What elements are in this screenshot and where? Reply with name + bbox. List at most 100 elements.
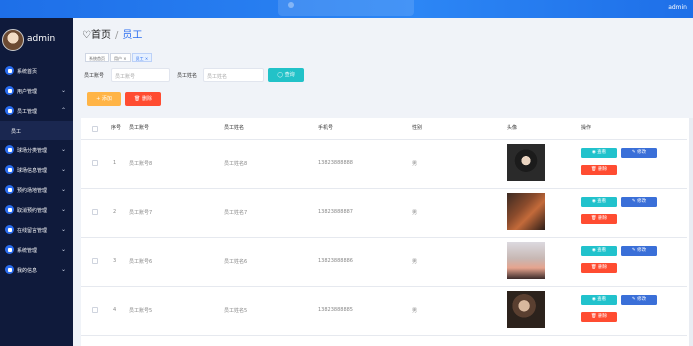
- chevron-down-icon: ⌄: [60, 206, 66, 213]
- top-user-name[interactable]: admin: [668, 4, 687, 11]
- add-button[interactable]: + 添加: [87, 92, 121, 106]
- cell-phone: 13823888885: [318, 307, 353, 313]
- search-icon: [288, 2, 294, 8]
- row-divider: [81, 188, 687, 189]
- home-icon: [5, 66, 14, 75]
- view-button[interactable]: ◉ 查看: [581, 246, 617, 256]
- cell-index: 1: [113, 160, 117, 166]
- col-header-phone: 手机号: [318, 125, 334, 131]
- sidebar-item[interactable]: 系统管理 ⌄: [0, 240, 73, 260]
- sidebar-item-label: 员工管理: [17, 109, 38, 115]
- grid-icon: [5, 165, 14, 174]
- sidebar-item[interactable]: 取消预约管理 ⌄: [0, 200, 73, 220]
- cell-name: 员工姓名8: [224, 161, 248, 167]
- breadcrumb-home[interactable]: ♡首页: [82, 30, 111, 41]
- cell-name: 员工姓名6: [224, 259, 248, 265]
- avatar-image: [507, 242, 545, 279]
- delete-button[interactable]: 🗑 删除: [125, 92, 161, 106]
- row-checkbox[interactable]: [92, 258, 98, 264]
- edit-button[interactable]: ✎ 修改: [621, 197, 657, 207]
- cell-account: 员工账号5: [129, 308, 153, 314]
- grid-icon: [5, 225, 14, 234]
- account-label: 员工账号: [84, 73, 105, 79]
- cell-index: 3: [113, 258, 117, 264]
- chevron-down-icon: ⌄: [60, 246, 66, 253]
- sidebar-menu: 系统首页 用户管理 ⌄ 员工管理 ⌃ 员工 球场分类管理 ⌄ 球场信息管理 ⌄ 预约场地管理 ⌄ 取消预…: [0, 61, 73, 280]
- sidebar-item[interactable]: 系统首页: [0, 61, 73, 81]
- breadcrumb: ♡首页 / 员工: [82, 26, 142, 41]
- sidebar-item[interactable]: 球场信息管理 ⌄: [0, 160, 73, 180]
- cell-index: 2: [113, 209, 117, 215]
- sidebar-item[interactable]: 我的信息 ⌄: [0, 260, 73, 280]
- select-all-checkbox[interactable]: [92, 126, 98, 132]
- chevron-down-icon: ⌄: [60, 166, 66, 173]
- sidebar-item-label: 系统管理: [17, 248, 38, 254]
- col-header-name: 员工姓名: [224, 125, 245, 131]
- cell-gender: 男: [412, 210, 418, 216]
- row-checkbox[interactable]: [92, 160, 98, 166]
- chevron-up-icon: ⌃: [60, 107, 66, 114]
- sidebar-item[interactable]: 员工管理 ⌃: [0, 101, 73, 121]
- sidebar-item-label: 我的信息: [17, 268, 38, 274]
- breadcrumb-current: 员工: [122, 30, 143, 41]
- row-checkbox[interactable]: [92, 209, 98, 215]
- tag-staff[interactable]: 员工 ×: [131, 53, 153, 62]
- chevron-down-icon: ⌄: [60, 266, 66, 273]
- sidebar: admin 系统首页 用户管理 ⌄ 员工管理 ⌃ 员工 球场分类管理 ⌄ 球场信息管理 ⌄ 预约场地…: [0, 18, 73, 346]
- row-checkbox[interactable]: [92, 307, 98, 313]
- sidebar-item[interactable]: 在线留言管理 ⌄: [0, 220, 73, 240]
- sidebar-item[interactable]: 球场分类管理 ⌄: [0, 140, 73, 160]
- col-header-gender: 性别: [412, 125, 423, 131]
- cell-phone: 13823888888: [318, 160, 353, 166]
- cell-gender: 男: [412, 259, 418, 265]
- edit-button[interactable]: ✎ 修改: [621, 148, 657, 158]
- sidebar-item-label: 球场分类管理: [17, 148, 48, 154]
- grid-icon: [5, 106, 14, 115]
- vertical-scrollbar[interactable]: [689, 118, 693, 346]
- row-divider: [81, 286, 687, 287]
- col-header-account: 员工账号: [129, 125, 150, 131]
- name-input[interactable]: 员工姓名: [203, 68, 264, 82]
- row-delete-button[interactable]: 🗑 删除: [581, 312, 617, 322]
- chevron-down-icon: ⌄: [60, 146, 66, 153]
- view-button[interactable]: ◉ 查看: [581, 148, 617, 158]
- brand: admin: [0, 26, 73, 54]
- tab-tags: 系统首页 用户 × 员工 ×: [85, 45, 153, 64]
- avatar-image: [507, 144, 545, 181]
- row-delete-button[interactable]: 🗑 删除: [581, 165, 617, 175]
- cell-phone: 13823888887: [318, 209, 353, 215]
- grid-icon: [5, 205, 14, 214]
- search-button[interactable]: ◯ 查询: [268, 68, 304, 82]
- sidebar-item-label: 用户管理: [17, 89, 38, 95]
- avatar: [2, 29, 24, 51]
- top-search-ghost: [278, 0, 414, 16]
- cell-gender: 男: [412, 161, 418, 167]
- sidebar-item[interactable]: 预约场地管理 ⌄: [0, 180, 73, 200]
- shield-icon: [5, 185, 14, 194]
- grid-icon: [5, 86, 14, 95]
- cell-name: 员工姓名7: [224, 210, 248, 216]
- view-button[interactable]: ◉ 查看: [581, 295, 617, 305]
- col-header-index: 序号: [111, 125, 122, 131]
- chevron-down-icon: ⌄: [60, 226, 66, 233]
- avatar-image: [507, 193, 545, 230]
- account-input[interactable]: 员工账号: [111, 68, 170, 82]
- edit-button[interactable]: ✎ 修改: [621, 246, 657, 256]
- view-button[interactable]: ◉ 查看: [581, 197, 617, 207]
- row-delete-button[interactable]: 🗑 删除: [581, 263, 617, 273]
- grid-icon: [5, 145, 14, 154]
- sidebar-item-label: 在线留言管理: [17, 228, 48, 234]
- sidebar-item[interactable]: 用户管理 ⌄: [0, 81, 73, 101]
- sidebar-item-label: 员工: [11, 129, 22, 135]
- row-divider: [81, 335, 687, 336]
- user-icon: [5, 245, 14, 254]
- col-header-avatar: 头像: [507, 125, 518, 131]
- sidebar-item[interactable]: 员工: [0, 121, 73, 140]
- tag-user[interactable]: 用户 ×: [110, 53, 131, 62]
- avatar-image: [507, 291, 545, 328]
- row-delete-button[interactable]: 🗑 删除: [581, 214, 617, 224]
- header-divider: [81, 139, 687, 140]
- brand-name: admin: [27, 34, 56, 44]
- edit-button[interactable]: ✎ 修改: [621, 295, 657, 305]
- tag-home[interactable]: 系统首页: [85, 53, 109, 62]
